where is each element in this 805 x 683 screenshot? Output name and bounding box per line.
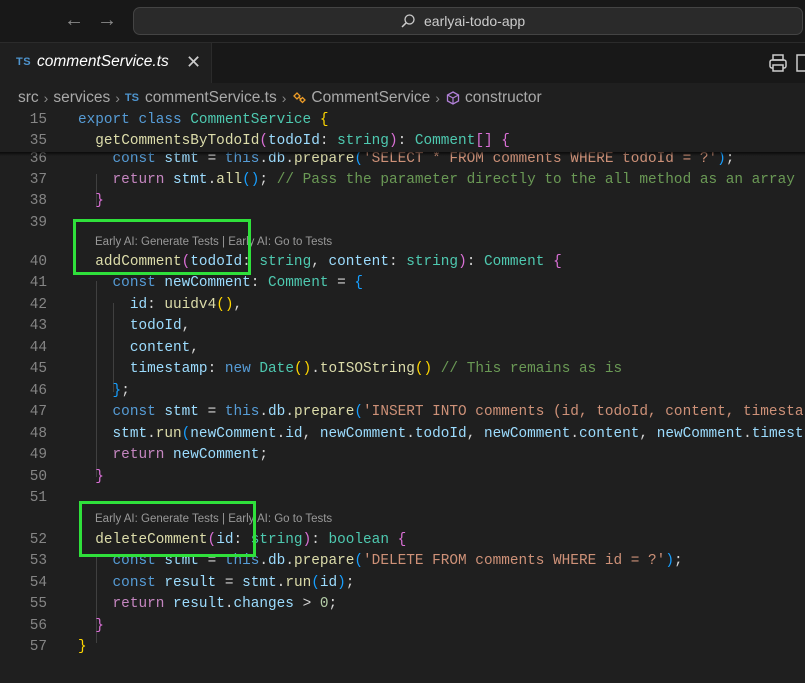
line-number: 50 — [29, 469, 47, 485]
breadcrumb-item-constructor[interactable]: constructor — [465, 89, 542, 107]
code-text: content, — [129, 340, 199, 356]
line-number: 35 — [29, 133, 47, 149]
line-number: 44 — [29, 340, 47, 356]
line-number: 45 — [29, 361, 47, 377]
chevron-right-icon: › — [281, 90, 287, 106]
line-number: 51 — [29, 490, 47, 506]
chevron-right-icon: › — [115, 90, 120, 106]
code-text: timestamp: new Date().toISOString() // T… — [129, 361, 623, 377]
tab-commentservice[interactable]: TS commentService.ts ✕ — [0, 43, 212, 83]
breadcrumb-item-src[interactable]: src — [18, 89, 39, 107]
code-line: 50 } — [0, 467, 805, 488]
code-editor[interactable]: 15 export class CommentService { 35 getC… — [0, 110, 805, 683]
typescript-file-icon: TS — [124, 92, 139, 104]
code-line: 41 const newComment: Comment = { — [0, 273, 805, 294]
workspace-name: earlyai-todo-app — [424, 13, 526, 29]
code-line: 56 } — [0, 616, 805, 637]
highlight-box-add-comment — [73, 219, 251, 275]
code-line: 46 }; — [0, 381, 805, 402]
code-text: return newComment; — [112, 447, 269, 463]
code-text: id: uuidv4(), — [129, 297, 243, 313]
code-line: 57 } — [0, 637, 805, 658]
chevron-right-icon: › — [435, 90, 440, 106]
back-arrow-icon[interactable]: ← — [64, 9, 84, 31]
line-number: 54 — [29, 575, 47, 591]
line-number: 43 — [29, 318, 47, 334]
breadcrumb-item-file[interactable]: commentService.ts — [145, 89, 277, 107]
line-number: 46 — [29, 383, 47, 399]
code-line: 47 const stmt = this.db.prepare('INSERT … — [0, 402, 805, 423]
close-icon[interactable]: ✕ — [186, 52, 201, 73]
code-text: todoId, — [129, 318, 191, 334]
code-text: return result.changes > 0; — [112, 596, 338, 612]
typescript-file-icon: TS — [16, 56, 32, 68]
code-line: 55 return result.changes > 0; — [0, 594, 805, 615]
line-number: 41 — [29, 275, 47, 291]
line-number: 48 — [29, 426, 47, 442]
code-line: 54 const result = stmt.run(id); — [0, 573, 805, 594]
code-line: 49 return newComment; — [0, 445, 805, 466]
line-number: 39 — [29, 215, 47, 231]
line-number: 53 — [29, 553, 47, 569]
code-line: 38 } — [0, 191, 805, 212]
line-number: 52 — [29, 532, 47, 548]
breadcrumb-item-services[interactable]: services — [53, 89, 110, 107]
line-number: 55 — [29, 596, 47, 612]
code-text: export class CommentService { — [78, 112, 329, 128]
title-bar: ← → earlyai-todo-app — [0, 0, 805, 43]
line-number: 42 — [29, 297, 47, 313]
code-text: getCommentsByTodoId(todoId: string): Com… — [95, 133, 510, 149]
method-symbol-icon — [446, 91, 460, 105]
forward-arrow-icon[interactable]: → — [97, 9, 117, 31]
chevron-right-icon: › — [43, 90, 49, 106]
code-line: 15 export class CommentService { — [0, 110, 805, 132]
code-text: return stmt.all(); // Pass the parameter… — [112, 172, 795, 188]
code-line: 45 timestamp: new Date().toISOString() /… — [0, 359, 805, 380]
code-line: 42 id: uuidv4(), — [0, 295, 805, 316]
code-text: const result = stmt.run(id); — [112, 575, 355, 591]
line-number: 47 — [29, 404, 47, 420]
line-number: 40 — [29, 254, 47, 270]
sticky-scroll-shadow — [0, 152, 805, 156]
code-text: } — [95, 193, 104, 209]
code-text: } — [95, 618, 104, 634]
highlight-box-delete-comment — [79, 501, 256, 557]
code-text: stmt.run(newComment.id, newComment.todoI… — [112, 426, 804, 442]
code-text: } — [78, 639, 87, 655]
code-line: 37 return stmt.all(); // Pass the parame… — [0, 170, 805, 191]
code-text: const stmt = this.db.prepare('INSERT INT… — [112, 404, 804, 420]
print-icon[interactable] — [767, 52, 789, 74]
code-text: }; — [112, 383, 130, 399]
code-text: const newComment: Comment = { — [112, 275, 364, 291]
code-line: 43 todoId, — [0, 316, 805, 337]
tab-bar: TS commentService.ts ✕ — [0, 43, 805, 83]
line-number: 56 — [29, 618, 47, 634]
code-line: 35 getCommentsByTodoId(todoId: string): … — [0, 131, 805, 153]
code-line: 48 stmt.run(newComment.id, newComment.to… — [0, 424, 805, 445]
line-number: 49 — [29, 447, 47, 463]
search-icon — [401, 14, 415, 28]
split-editor-icon[interactable] — [795, 52, 805, 74]
command-center-search[interactable]: earlyai-todo-app — [133, 7, 803, 35]
breadcrumb-item-class[interactable]: CommentService — [311, 89, 430, 107]
line-number: 57 — [29, 639, 47, 655]
tab-label: commentService.ts — [37, 53, 169, 70]
line-number: 15 — [29, 112, 47, 128]
class-symbol-icon — [293, 92, 307, 104]
breadcrumb: src › services › TS commentService.ts › … — [18, 87, 542, 109]
line-number: 38 — [29, 193, 47, 209]
code-line: 44 content, — [0, 338, 805, 359]
code-text: } — [95, 469, 104, 485]
